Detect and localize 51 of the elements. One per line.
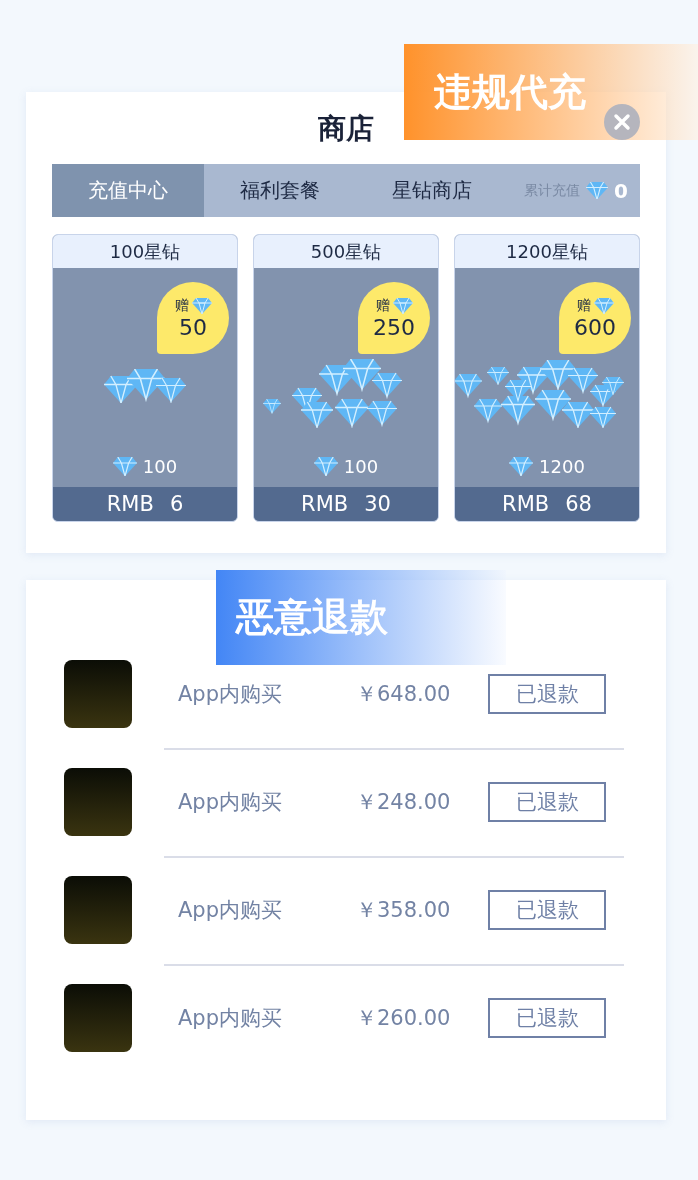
bonus-label: 赠 — [576, 296, 591, 315]
diamond-icon — [313, 456, 338, 477]
currency: RMB — [106, 492, 154, 516]
bonus-label: 赠 — [174, 296, 189, 315]
package-name: 100星钻 — [53, 235, 237, 268]
diamond-icon — [112, 456, 137, 477]
purchase-price: ￥358.00 — [356, 897, 452, 924]
currency: RMB — [301, 492, 349, 516]
banner: 违规代充 — [404, 44, 698, 140]
diamond-amount: 100 — [142, 456, 178, 477]
package-name: 500星钻 — [254, 235, 438, 268]
purchase-description: App内购买 — [178, 1005, 284, 1032]
diamond-amount: 1200 — [539, 456, 585, 477]
price: 68 — [565, 492, 592, 516]
price: 30 — [364, 492, 391, 516]
total-value: 0 — [614, 178, 628, 203]
purchase-price: ￥260.00 — [356, 1005, 452, 1032]
diamond-icon — [586, 181, 609, 200]
app-icon — [64, 768, 132, 836]
diamond-icon — [392, 297, 413, 314]
app-icon — [64, 876, 132, 944]
purchase-price: ￥648.00 — [356, 681, 452, 708]
bonus-amount: 600 — [574, 314, 616, 340]
shop-title: 商店 — [318, 111, 374, 147]
tab[interactable]: 福利套餐 — [204, 164, 356, 217]
refund-status-button[interactable]: 已退款 — [488, 998, 606, 1038]
app-icon — [64, 660, 132, 728]
package-card[interactable]: 1200星钻 赠 600 1200 RMB 68 — [454, 234, 640, 522]
tab[interactable]: 星钻商店 — [356, 164, 508, 217]
price: 6 — [169, 492, 184, 516]
currency: RMB — [502, 492, 550, 516]
purchase-description: App内购买 — [178, 789, 284, 816]
close-icon — [613, 113, 631, 131]
bonus-label: 赠 — [375, 296, 390, 315]
refund-status-button[interactable]: 已退款 — [488, 674, 606, 714]
refund-status-button[interactable]: 已退款 — [488, 890, 606, 930]
package-card[interactable]: 100星钻 赠 50 100 RMB 6 — [52, 234, 238, 522]
diamond-icon — [191, 297, 212, 314]
purchase-price: ￥248.00 — [356, 789, 452, 816]
purchase-description: App内购买 — [178, 897, 284, 924]
bonus-amount: 250 — [373, 314, 415, 340]
purchase-description: App内购买 — [178, 681, 284, 708]
diamond-icon — [593, 297, 614, 314]
app-icon — [64, 984, 132, 1052]
package-name: 1200星钻 — [455, 235, 639, 268]
diamond-amount: 100 — [343, 456, 379, 477]
diamond-icon — [509, 456, 534, 477]
banner: 恶意退款 — [216, 570, 506, 665]
refund-status-button[interactable]: 已退款 — [488, 782, 606, 822]
bonus-amount: 50 — [179, 314, 207, 340]
package-card[interactable]: 500星钻 赠 250 100 RMB 30 — [253, 234, 439, 522]
